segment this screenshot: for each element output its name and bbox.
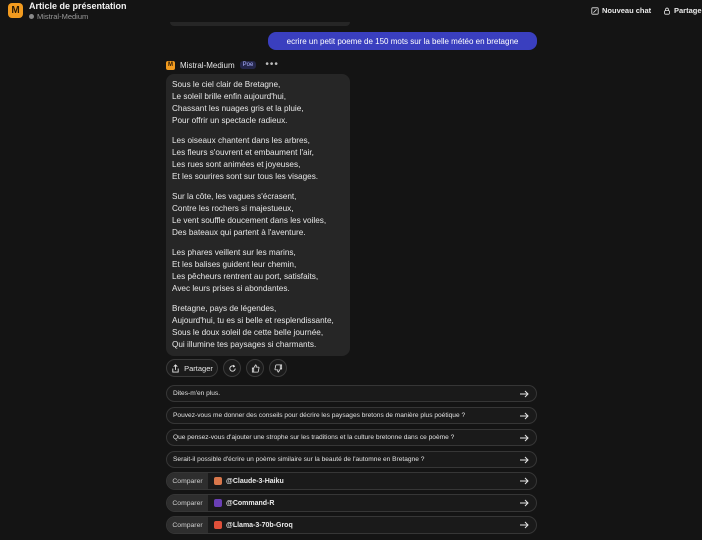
message-actions: Partager xyxy=(166,359,287,377)
suggestion-item[interactable]: Que pensez-vous d'ajouter une strophe su… xyxy=(166,429,537,446)
suggestion-item[interactable]: Serait-il possible d'écrire un poème sim… xyxy=(166,451,537,468)
compare-label: Comparer xyxy=(167,495,208,511)
arrow-right-icon xyxy=(520,390,529,398)
command-r-icon xyxy=(214,499,222,507)
poem-line: Sous le doux soleil de cette belle journ… xyxy=(172,328,324,337)
poem-line: Les oiseaux chantent dans les arbres, xyxy=(172,136,310,145)
poem-line: Aujourd'hui, tu es si belle et resplendi… xyxy=(172,316,334,325)
previous-message-remnant xyxy=(170,22,350,26)
poem-line: Chassant les nuages gris et la pluie, xyxy=(172,104,304,113)
poem-stanza: Sous le ciel clair de Bretagne, Le soleil… xyxy=(172,79,344,127)
arrow-right-icon xyxy=(520,456,529,464)
poem-line: Bretagne, pays de légendes, xyxy=(172,304,277,313)
compare-bot-name: @Llama-3-70b-Groq xyxy=(226,521,293,529)
compare-label: Comparer xyxy=(167,473,208,489)
compare-row-claude[interactable]: Comparer @Claude-3-Haiku xyxy=(166,472,537,490)
more-options-icon[interactable]: ••• xyxy=(265,60,279,70)
poem-line: Sur la côte, les vagues s'écrasent, xyxy=(172,192,297,201)
arrow-right-icon xyxy=(520,477,529,485)
poem-line: Les pêcheurs rentrent au port, satisfait… xyxy=(172,272,319,281)
share-message-button[interactable]: Partager xyxy=(166,359,218,377)
poem-line: Les phares veillent sur les marins, xyxy=(172,248,296,257)
like-button[interactable] xyxy=(246,359,264,377)
poem-line: Les fleurs s'ouvrent et embaument l'air, xyxy=(172,148,314,157)
poem-stanza: Bretagne, pays de légendes, Aujourd'hui, … xyxy=(172,303,344,351)
poem-stanza: Les oiseaux chantent dans les arbres, Les… xyxy=(172,135,344,183)
share-icon xyxy=(172,363,179,373)
bot-subtitle: Mistral-Medium xyxy=(29,12,88,21)
poem-line: Le soleil brille enfin aujourd'hui, xyxy=(172,92,286,101)
poem-line: Contre les rochers si majestueux, xyxy=(172,204,294,213)
status-dot-icon xyxy=(29,14,34,19)
compare-row-llama[interactable]: Comparer @Llama-3-70b-Groq xyxy=(166,516,537,534)
poe-badge: Poe xyxy=(239,61,257,69)
bot-name[interactable]: Mistral-Medium xyxy=(180,61,235,70)
poem-stanza: Sur la côte, les vagues s'écrasent, Contr… xyxy=(172,191,344,239)
lock-icon xyxy=(664,7,670,15)
page-title: Article de présentation xyxy=(29,1,127,11)
bot-avatar-icon: M xyxy=(166,60,175,70)
compare-bot-name: @Claude-3-Haiku xyxy=(226,477,284,485)
llama-icon xyxy=(214,521,222,529)
compare-row-command-r[interactable]: Comparer @Command-R xyxy=(166,494,537,512)
suggestion-item[interactable]: Dites-m'en plus. xyxy=(166,385,537,402)
new-chat-button[interactable]: Nouveau chat xyxy=(591,6,651,15)
poem-stanza: Les phares veillent sur les marins, Et le… xyxy=(172,247,344,295)
arrow-right-icon xyxy=(520,499,529,507)
mistral-logo-icon: M xyxy=(8,3,23,18)
compare-bot-name: @Command-R xyxy=(226,499,275,507)
poem-line: Qui illumine tes paysages si charmants. xyxy=(172,340,317,349)
regenerate-button[interactable] xyxy=(223,359,241,377)
subtitle-text: Mistral-Medium xyxy=(37,12,89,21)
arrow-right-icon xyxy=(520,412,529,420)
poem-line: Et les sourires sont sur tous les visage… xyxy=(172,172,319,181)
claude-icon xyxy=(214,477,222,485)
bot-response-card: Sous le ciel clair de Bretagne, Le soleil… xyxy=(166,74,350,356)
poem-line: Pour offrir un spectacle radieux. xyxy=(172,116,288,125)
refresh-icon xyxy=(228,364,236,372)
user-message-bubble: ecrire un petit poeme de 150 mots sur la… xyxy=(268,32,537,50)
top-bar: M Article de présentation Mistral-Medium… xyxy=(0,0,702,24)
poem-line: Et les balises guident leur chemin, xyxy=(172,260,297,269)
poem-line: Avec leurs prises si abondantes. xyxy=(172,284,290,293)
compare-label: Comparer xyxy=(167,517,208,533)
poem-line: Le vent souffle doucement dans les voile… xyxy=(172,216,327,225)
arrow-right-icon xyxy=(520,521,529,529)
share-chat-button[interactable]: Partager xyxy=(663,6,702,15)
dislike-button[interactable] xyxy=(269,359,287,377)
poem-line: Les rues sont animées et joyeuses, xyxy=(172,160,301,169)
thumbs-down-icon xyxy=(274,363,282,373)
edit-icon xyxy=(591,6,599,15)
arrow-right-icon xyxy=(520,434,529,442)
thumbs-up-icon xyxy=(251,363,259,373)
poem-line: Sous le ciel clair de Bretagne, xyxy=(172,80,281,89)
suggestion-item[interactable]: Pouvez-vous me donner des conseils pour … xyxy=(166,407,537,424)
bot-message-header: M Mistral-Medium Poe ••• xyxy=(166,59,279,71)
poem-line: Des bateaux qui partent à l'aventure. xyxy=(172,228,306,237)
